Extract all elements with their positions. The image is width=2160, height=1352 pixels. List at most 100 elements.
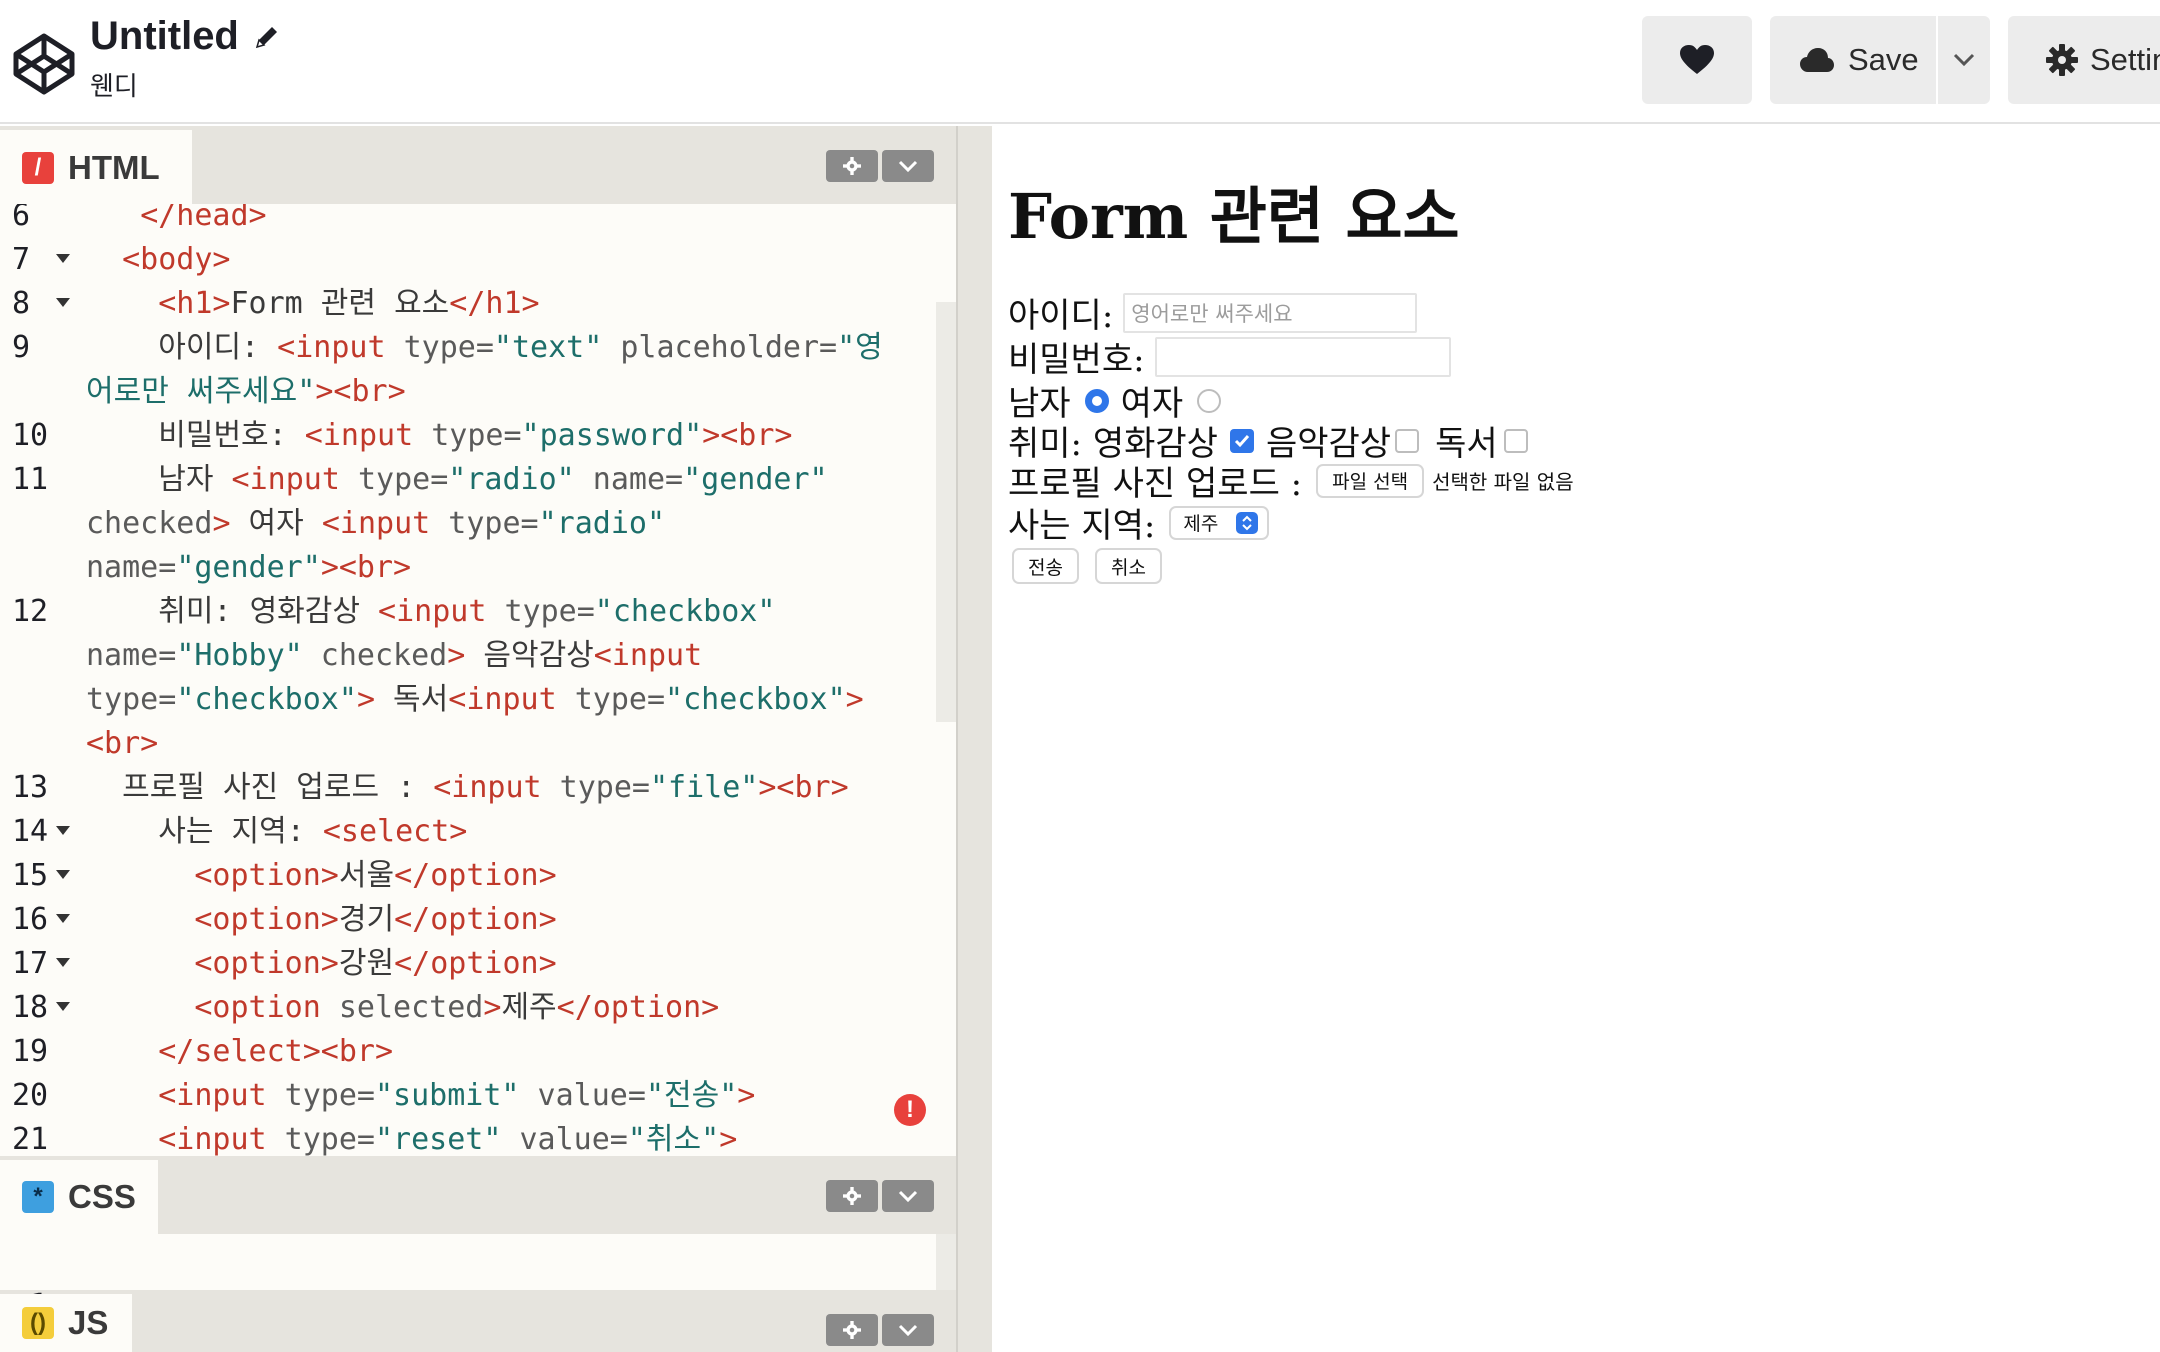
- code-token: type=: [339, 462, 449, 497]
- save-button[interactable]: Save: [1770, 16, 1936, 104]
- pencil-icon[interactable]: [253, 23, 281, 51]
- html-collapse-button[interactable]: [882, 150, 934, 182]
- line-number: 20: [12, 1078, 49, 1113]
- js-settings-button[interactable]: [826, 1314, 878, 1346]
- reset-button[interactable]: 취소: [1094, 548, 1162, 584]
- code-token: 독서: [375, 682, 449, 717]
- submit-button[interactable]: 전송: [1012, 548, 1079, 584]
- code-token: <option: [194, 990, 321, 1025]
- code-text: </select><br>: [86, 1030, 393, 1074]
- pen-title[interactable]: Untitled: [90, 14, 239, 59]
- code-token: "checkbox": [665, 682, 846, 717]
- code-token: <input: [593, 638, 703, 673]
- js-panel-tab[interactable]: () JS: [0, 1294, 132, 1352]
- gear-icon: [843, 1321, 861, 1339]
- id-label: 아이디:: [1008, 296, 1114, 336]
- line-number: 12: [12, 594, 49, 629]
- save-dropdown-button[interactable]: [1938, 16, 1990, 104]
- html-panel-tab[interactable]: / HTML: [0, 130, 192, 206]
- code-token: 비밀번호:: [86, 418, 305, 453]
- html-settings-button[interactable]: [826, 150, 878, 182]
- code-token: selected: [320, 990, 484, 1025]
- fold-arrow-icon[interactable]: [56, 826, 70, 835]
- fold-arrow-icon[interactable]: [56, 298, 70, 307]
- panel-resize-divider[interactable]: [956, 126, 992, 1352]
- code-text: <h1>Form 관련 요소</h1>: [86, 282, 539, 326]
- code-text: <option>강원</option>: [86, 942, 556, 986]
- fold-arrow-icon[interactable]: [56, 254, 70, 263]
- settings-button[interactable]: Settin: [2008, 16, 2160, 104]
- line-number: 7: [12, 242, 31, 277]
- css-panel-tab[interactable]: * CSS: [0, 1160, 158, 1234]
- code-token: type=: [430, 506, 539, 541]
- code-text: 남자 <input type="radio" name="gender": [86, 458, 827, 502]
- code-text: <option selected>제주</option>: [86, 986, 719, 1030]
- html-code-editor[interactable]: 6 </head> 7 <body> 8 <h1>Form 관련 요소</h1> 9 …: [0, 204, 956, 1156]
- id-row: 아이디: 영어로만 써주세요: [1008, 288, 1418, 337]
- css-code-line: 1: [0, 1240, 72, 1323]
- reading-checkbox[interactable]: [1503, 428, 1528, 453]
- male-radio[interactable]: [1084, 388, 1109, 413]
- submit-label: 전송: [1028, 556, 1063, 579]
- codepen-logo-icon[interactable]: [12, 32, 76, 96]
- form-buttons-row: 전송 취소: [1012, 548, 1162, 584]
- css-collapse-button[interactable]: [882, 1180, 934, 1212]
- code-token: name=: [574, 462, 684, 497]
- movie-checkbox[interactable]: [1229, 428, 1254, 453]
- preview-heading: Form 관련 요소: [1008, 180, 1460, 253]
- code-token: 어로만 써주세요": [86, 374, 316, 409]
- heart-icon: [1680, 45, 1714, 74]
- password-input[interactable]: [1154, 336, 1451, 377]
- code-token: checked: [86, 506, 213, 541]
- css-settings-button[interactable]: [826, 1180, 878, 1212]
- code-token: "password": [521, 418, 703, 453]
- code-token: </option>: [556, 990, 720, 1025]
- code-token: type=: [266, 1078, 375, 1113]
- code-token: >: [447, 638, 466, 673]
- code-token: "영: [837, 330, 883, 365]
- fold-arrow-icon[interactable]: [56, 870, 70, 879]
- author-name[interactable]: 웬디: [90, 66, 138, 103]
- code-text: <input type="reset" value="취소">: [86, 1118, 737, 1156]
- code-token: checked: [302, 638, 448, 673]
- code-token: </select><br>: [158, 1034, 394, 1069]
- code-token: 경기: [338, 902, 395, 937]
- fold-arrow-icon[interactable]: [56, 914, 70, 923]
- reset-label: 취소: [1110, 556, 1146, 579]
- code-text: 아이디: <input type="text" placeholder="영: [86, 326, 883, 370]
- code-token: "text": [493, 330, 603, 365]
- fold-arrow-icon[interactable]: [56, 1002, 70, 1011]
- code-token: "radio": [538, 506, 666, 541]
- css-code-editor[interactable]: 1: [0, 1234, 956, 1323]
- code-token: type=: [385, 330, 494, 365]
- region-select[interactable]: 제주: [1169, 505, 1270, 540]
- password-row: 비밀번호:: [1008, 332, 1451, 381]
- js-collapse-button[interactable]: [882, 1314, 934, 1346]
- code-token: "Hobby": [176, 638, 303, 673]
- code-text: type="checkbox"> 독서<input type="checkbox…: [86, 678, 864, 722]
- code-token: ><br>: [702, 418, 793, 453]
- file-select-button[interactable]: 파일 선택: [1316, 463, 1425, 498]
- code-token: 취미: 영화감상: [86, 594, 379, 629]
- css-scrollbar[interactable]: [936, 1234, 956, 1290]
- id-input[interactable]: 영어로만 써주세요: [1123, 292, 1418, 333]
- settings-label: Settin: [2090, 42, 2160, 77]
- fold-arrow-icon[interactable]: [56, 958, 70, 967]
- code-text: </head>: [86, 204, 266, 238]
- female-radio[interactable]: [1197, 388, 1222, 413]
- editor-scrollbar[interactable]: [936, 302, 956, 722]
- code-token: <h1>: [158, 286, 231, 321]
- code-token: <input: [231, 462, 340, 497]
- chevron-down-icon: [1953, 53, 1975, 67]
- like-button[interactable]: [1642, 16, 1752, 104]
- checkmark-icon: [1234, 434, 1250, 447]
- line-number: 15: [12, 858, 49, 893]
- code-token: name=: [86, 638, 177, 673]
- error-icon[interactable]: !: [894, 1094, 926, 1126]
- code-text: 프로필 사진 업로드 : <input type="file"><br>: [86, 766, 849, 810]
- music-checkbox[interactable]: [1395, 428, 1420, 453]
- code-token: "radio": [448, 462, 575, 497]
